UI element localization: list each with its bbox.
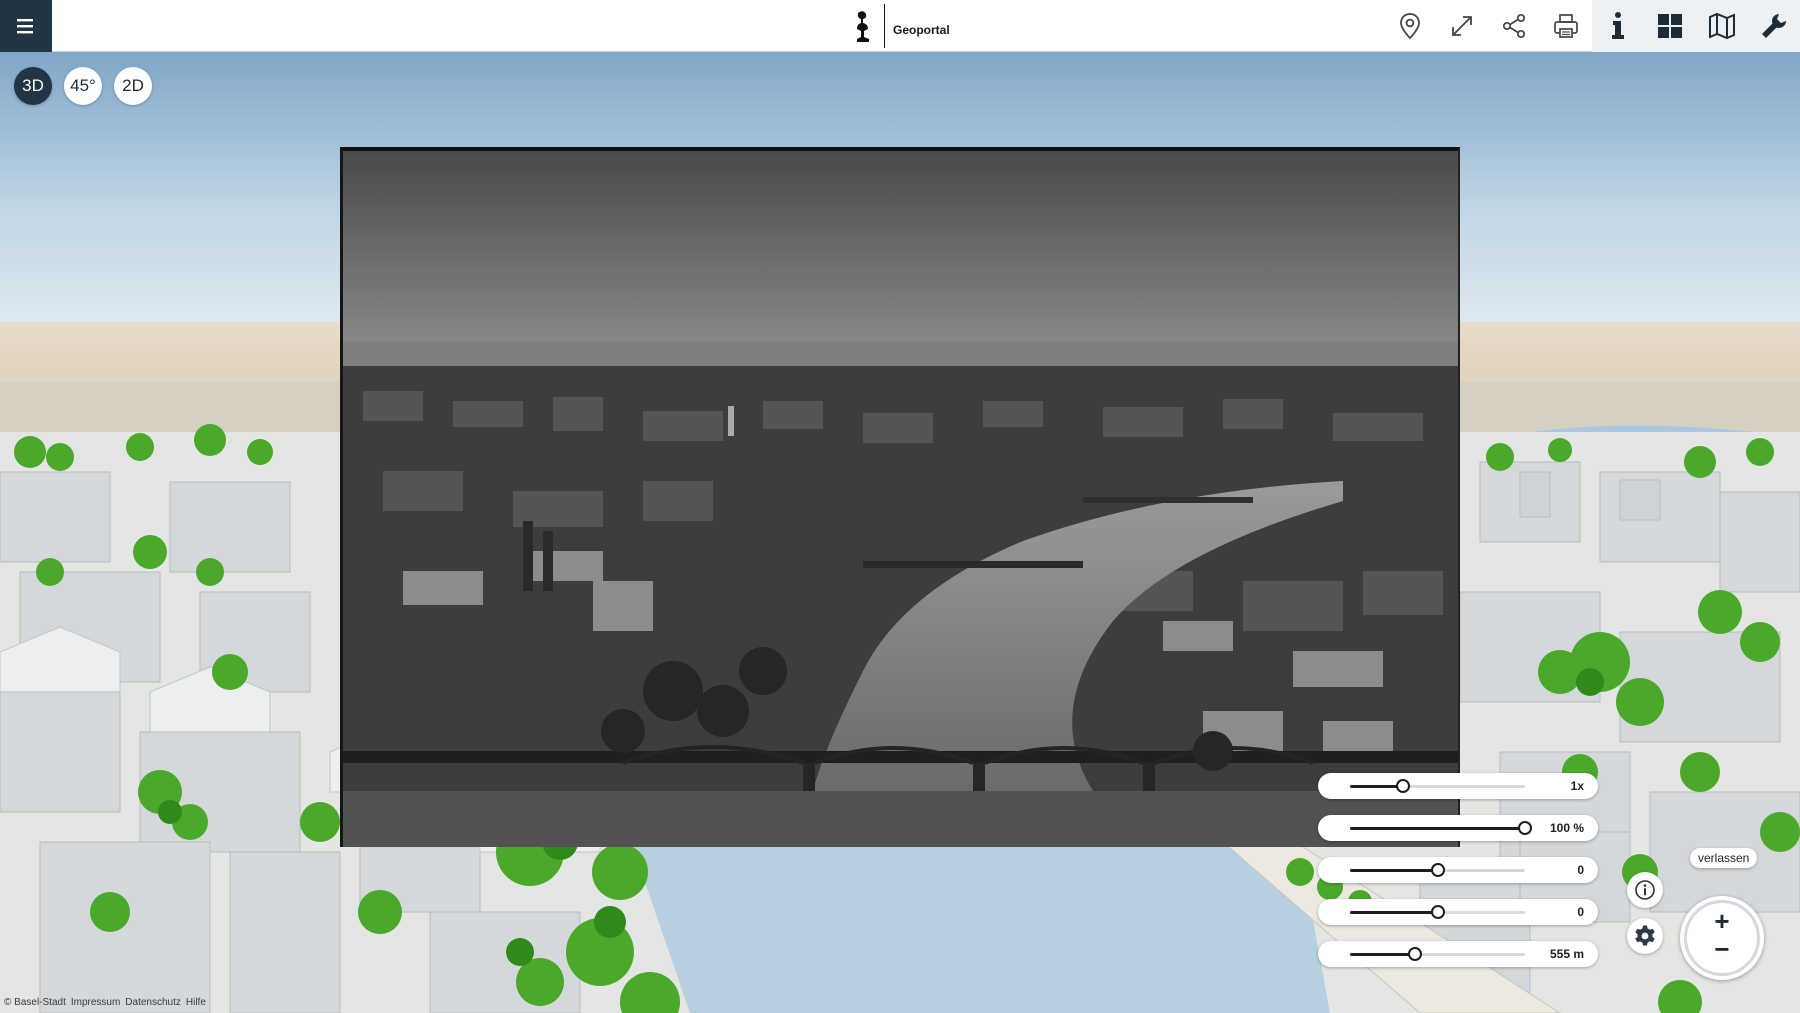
opacity-slider-row: 100 %: [1318, 815, 1598, 841]
attribution-footer: © Basel-Stadt Impressum Datenschutz Hilf…: [4, 997, 206, 1008]
location-pin-icon: [1400, 13, 1420, 40]
settings-button[interactable]: [1627, 918, 1663, 954]
location-button[interactable]: [1384, 0, 1436, 52]
tilt-slider-handle[interactable]: [1430, 905, 1445, 919]
tilt-value: 0: [1577, 905, 1584, 919]
historic-aerial-photo: [343, 151, 1458, 847]
brand[interactable]: Geoportal: [852, 4, 950, 48]
print-icon: [1554, 14, 1578, 38]
rotation-slider-handle[interactable]: [1430, 863, 1445, 877]
distance-slider-fill: [1350, 953, 1415, 956]
exit-overlay-button[interactable]: verlassen: [1690, 848, 1758, 868]
rotation-value: 0: [1577, 863, 1584, 877]
speed-slider[interactable]: [1350, 779, 1525, 793]
privacy-link[interactable]: Datenschutz: [125, 997, 181, 1008]
map-icon: [1709, 12, 1735, 40]
view-mode-2d-button[interactable]: 2D: [114, 67, 152, 105]
info-button[interactable]: [1592, 0, 1644, 52]
grid-icon: [1658, 14, 1682, 38]
speed-slider-fill: [1350, 785, 1403, 788]
fullscreen-icon: [1452, 16, 1472, 36]
speed-slider-handle[interactable]: [1395, 779, 1410, 793]
rotation-slider-row: 0: [1318, 857, 1598, 883]
tilt-slider-row: 0: [1318, 899, 1598, 925]
menu-button[interactable]: [0, 0, 52, 52]
zoom-out-button[interactable]: −: [1708, 936, 1736, 962]
tilt-slider[interactable]: [1350, 905, 1525, 919]
view-mode-45-button[interactable]: 45°: [64, 67, 102, 105]
opacity-value: 100 %: [1549, 821, 1584, 835]
opacity-slider[interactable]: [1350, 821, 1532, 835]
speed-value: 1x: [1570, 779, 1584, 793]
zoom-in-button[interactable]: +: [1708, 908, 1736, 934]
overlay-info-button[interactable]: [1627, 872, 1663, 908]
help-link[interactable]: Hilfe: [186, 997, 206, 1008]
info-circle-icon: [1635, 880, 1655, 900]
rotation-slider-fill: [1350, 869, 1438, 872]
zoom-control: + −: [1680, 896, 1764, 980]
share-button[interactable]: [1488, 0, 1540, 52]
view-mode-3d-button[interactable]: 3D: [14, 67, 52, 105]
tilt-slider-fill: [1350, 911, 1438, 914]
print-button[interactable]: [1540, 0, 1592, 52]
historic-photo-overlay[interactable]: [340, 147, 1460, 847]
opacity-slider-fill: [1350, 827, 1525, 830]
share-icon: [1502, 13, 1526, 39]
themes-button[interactable]: [1644, 0, 1696, 52]
overlay-slider-panel: 1x 100 % 0 0 555 m: [1318, 773, 1598, 983]
app-title: Geoportal: [893, 23, 950, 37]
toolbar: [1384, 0, 1800, 52]
copyright-text: © Basel-Stadt: [4, 997, 66, 1008]
fullscreen-button[interactable]: [1436, 0, 1488, 52]
view-mode-switch: 3D 45° 2D: [14, 67, 152, 105]
speed-slider-row: 1x: [1318, 773, 1598, 799]
info-icon: [1612, 12, 1624, 39]
brand-separator: [884, 4, 885, 48]
imprint-link[interactable]: Impressum: [71, 997, 120, 1008]
distance-slider[interactable]: [1350, 947, 1525, 961]
wrench-icon: [1762, 14, 1786, 38]
rotation-slider[interactable]: [1350, 863, 1525, 877]
gear-icon: [1635, 925, 1655, 946]
hamburger-menu-icon: [17, 19, 33, 34]
distance-value: 555 m: [1549, 947, 1584, 961]
basel-staff-logo-icon: [857, 11, 869, 43]
distance-slider-handle[interactable]: [1407, 947, 1422, 961]
tools-button[interactable]: [1748, 0, 1800, 52]
top-bar: Geoportal: [0, 0, 1800, 52]
opacity-slider-handle[interactable]: [1518, 821, 1532, 835]
maps-button[interactable]: [1696, 0, 1748, 52]
distance-slider-row: 555 m: [1318, 941, 1598, 967]
